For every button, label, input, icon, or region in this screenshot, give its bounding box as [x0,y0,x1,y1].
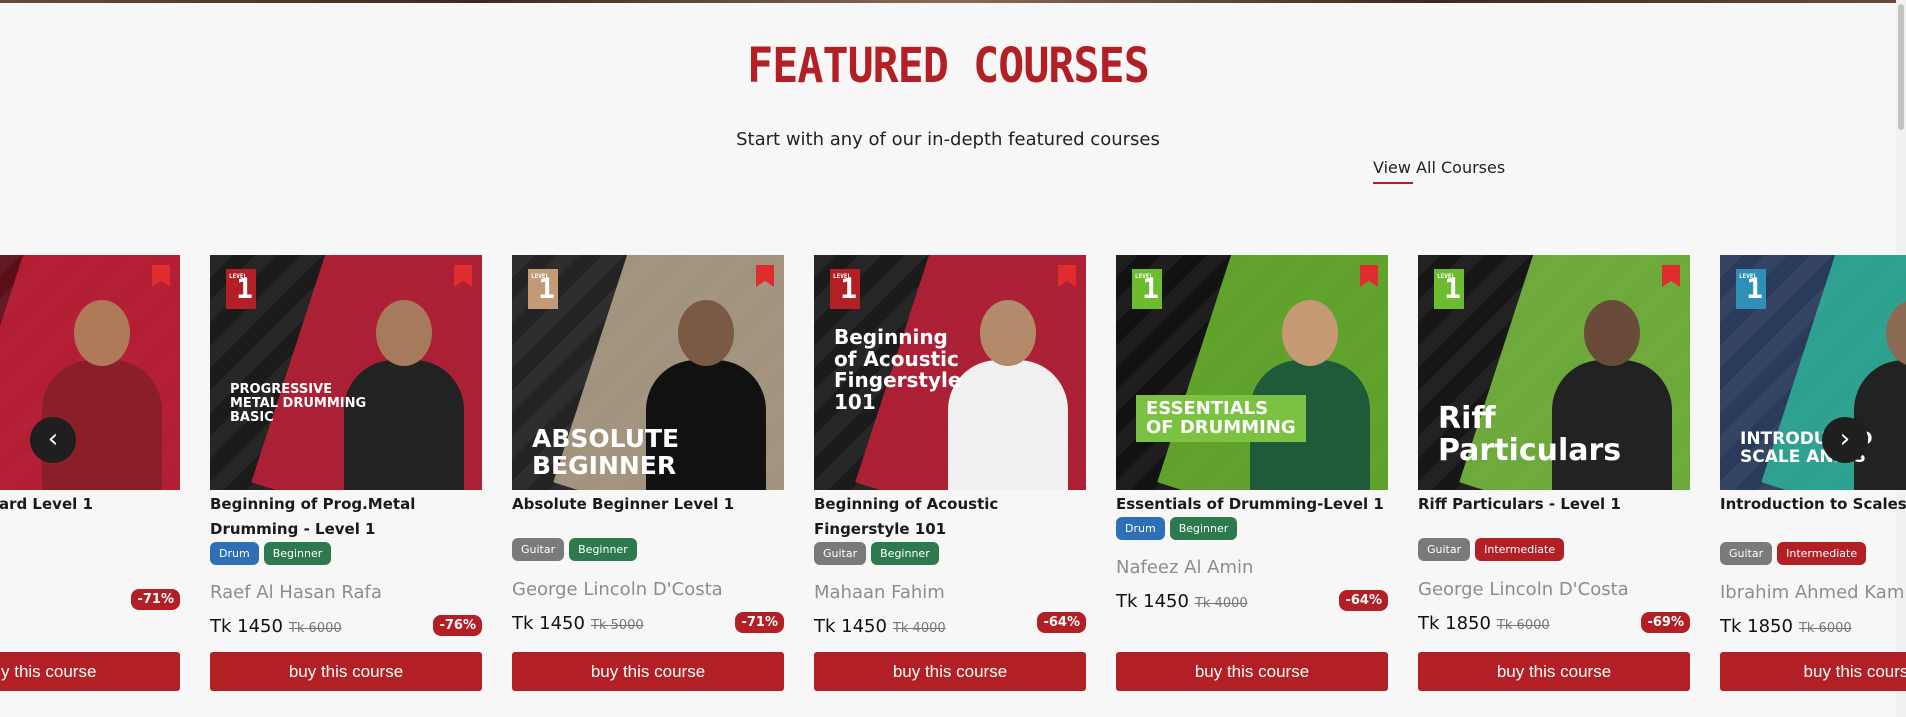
price: Tk 1450 Tk 4000 [814,616,946,637]
chevron-left-icon: ‹ [47,424,59,454]
buy-course-button[interactable]: buy this course [1418,652,1690,691]
course-tags: Drum Beginner [1116,517,1238,540]
thumbnail-caption: PROGRESSIVE METAL DRUMMING BASIC [230,382,367,426]
discount-badge: -71% [735,612,784,633]
course-thumbnail[interactable]: LEVEL 1 ABSOLUTE BEGINNER [512,255,784,490]
instructor-name[interactable]: Ibrahim Ahmed Kam [1720,582,1904,603]
tag-badge[interactable]: Beginner [1169,517,1238,540]
buy-course-button[interactable]: buy this course [512,652,784,691]
course-carousel: LEVEL1 ction board n to Keyboard Level 1… [0,0,1906,717]
original-price: Tk 4000 [1194,596,1248,611]
tag-badge[interactable]: Intermediate [1777,542,1867,565]
course-tags: Drum Beginner [210,542,332,565]
course-thumbnail[interactable]: LEVEL 1 PROGRESSIVE METAL DRUMMING BASIC [210,255,482,490]
carousel-prev-button[interactable]: ‹ [30,417,76,463]
original-price: Tk 6000 [1798,621,1852,636]
course-card[interactable]: LEVEL1 ction board n to Keyboard Level 1… [0,255,180,691]
level-badge: LEVEL 1 [528,269,558,309]
thumbnail-caption: Beginning of Acoustic Fingerstyle 101 [834,325,962,414]
current-price: Tk 1450 [814,616,887,637]
instructor-name[interactable]: George Lincoln D'Costa [1418,579,1629,600]
course-title[interactable]: Introduction to Scales Level 1 [1720,492,1906,517]
instructor-photo [948,300,1068,490]
course-title[interactable]: Beginning of Prog.Metal Drumming - Level… [210,492,482,542]
price: Tk 1450 Tk 6000 [210,616,342,637]
price: Tk 1450 Tk 4000 [1116,591,1248,612]
tag-badge[interactable]: Guitar [814,542,867,565]
buy-course-button[interactable]: buy this course [814,652,1086,691]
original-price: Tk 4000 [892,621,946,636]
current-price: Tk 1450 [1116,591,1189,612]
current-price: Tk 1850 [1720,616,1793,637]
level-badge: LEVEL 1 [1736,269,1766,309]
price: Tk 1850 Tk 6000 [1720,616,1852,637]
course-card[interactable]: LEVEL 1 PROGRESSIVE METAL DRUMMING BASIC … [210,255,482,691]
tag-badge[interactable]: Guitar [1418,538,1471,561]
instructor-name[interactable]: George Lincoln D'Costa [512,579,723,600]
course-thumbnail[interactable]: LEVEL 1 ESSENTIALS OF DRUMMING [1116,255,1388,490]
price: Tk 1850 Tk 6000 [1418,613,1550,634]
course-card[interactable]: LEVEL1 INTRODUCTIO SCALE AND S Introduct… [1720,255,1906,691]
tag-badge[interactable]: Beginner [569,538,637,561]
price: Tk 1450 Tk 5000 [512,613,644,634]
buy-course-button[interactable]: buy this course [1116,652,1388,691]
current-price: Tk 1450 [210,616,283,637]
current-price: Tk 1450 [512,613,585,634]
current-price: Tk 1850 [1418,613,1491,634]
course-card[interactable]: LEVEL 1 Riff Particulars Riff Particulars… [1418,255,1690,691]
thumbnail-caption: ABSOLUTE BEGINNER [532,424,680,480]
level-badge: LEVEL 1 [1434,269,1464,309]
buy-course-button[interactable]: buy this cours [1720,652,1906,691]
instructor-name[interactable]: Nafeez Al Amin [1116,557,1253,578]
course-thumbnail[interactable]: LEVEL1 INTRODUCTIO SCALE AND S [1720,255,1906,490]
course-title[interactable]: n to Keyboard Level 1 [0,492,180,517]
buy-course-button[interactable]: buy this course [210,652,482,691]
course-tags: Guitar Beginner [814,542,939,565]
course-title[interactable]: Essentials of Drumming-Level 1 [1116,492,1388,517]
level-badge: LEVEL 1 [830,269,860,309]
course-thumbnail[interactable]: LEVEL1 ction board [0,255,180,490]
course-thumbnail[interactable]: LEVEL 1 Beginning of Acoustic Fingerstyle… [814,255,1086,490]
tag-badge[interactable]: Beginner [263,542,332,565]
instructor-name[interactable]: Mahaan Fahim [814,582,945,603]
original-price: Tk 6000 [1496,618,1550,633]
buy-course-button[interactable]: uy this course [0,652,180,691]
tag-badge[interactable]: Drum [210,542,259,565]
thumbnail-caption: Riff Particulars [1438,401,1622,469]
course-thumbnail[interactable]: LEVEL 1 Riff Particulars [1418,255,1690,490]
discount-badge: -69% [1641,612,1690,633]
course-card[interactable]: LEVEL 1 Beginning of Acoustic Fingerstyle… [814,255,1086,691]
carousel-next-button[interactable]: › [1822,417,1868,463]
tag-badge[interactable]: Drum [1116,517,1165,540]
tag-badge[interactable]: Beginner [871,542,939,565]
original-price: Tk 5000 [590,618,644,633]
tag-badge[interactable]: Intermediate [1475,538,1565,561]
course-tags: Guitar Intermediate [1720,542,1867,565]
level-badge: LEVEL 1 [226,269,256,309]
discount-badge: -64% [1037,612,1086,633]
tag-badge[interactable]: Guitar [512,538,565,561]
discount-badge: -76% [433,615,482,636]
level-badge: LEVEL 1 [1132,269,1162,309]
discount-badge: -64% [1339,590,1388,611]
thumbnail-caption: ESSENTIALS OF DRUMMING [1136,395,1306,442]
course-title[interactable]: Beginning of Acoustic Fingerstyle 101 [814,492,1086,542]
chevron-right-icon: › [1839,424,1851,454]
course-tags: Guitar Beginner [512,538,637,561]
course-card[interactable]: LEVEL 1 ESSENTIALS OF DRUMMING Essentials… [1116,255,1388,691]
course-title[interactable]: Riff Particulars - Level 1 [1418,492,1690,517]
course-card[interactable]: LEVEL 1 ABSOLUTE BEGINNER Absolute Beginn… [512,255,784,691]
original-price: Tk 6000 [288,621,342,636]
tag-badge[interactable]: Guitar [1720,542,1773,565]
discount-badge: -71% [131,589,180,610]
course-tags: Guitar Intermediate [1418,538,1565,561]
instructor-name[interactable]: Raef Al Hasan Rafa [210,582,382,603]
course-title[interactable]: Absolute Beginner Level 1 [512,492,784,517]
